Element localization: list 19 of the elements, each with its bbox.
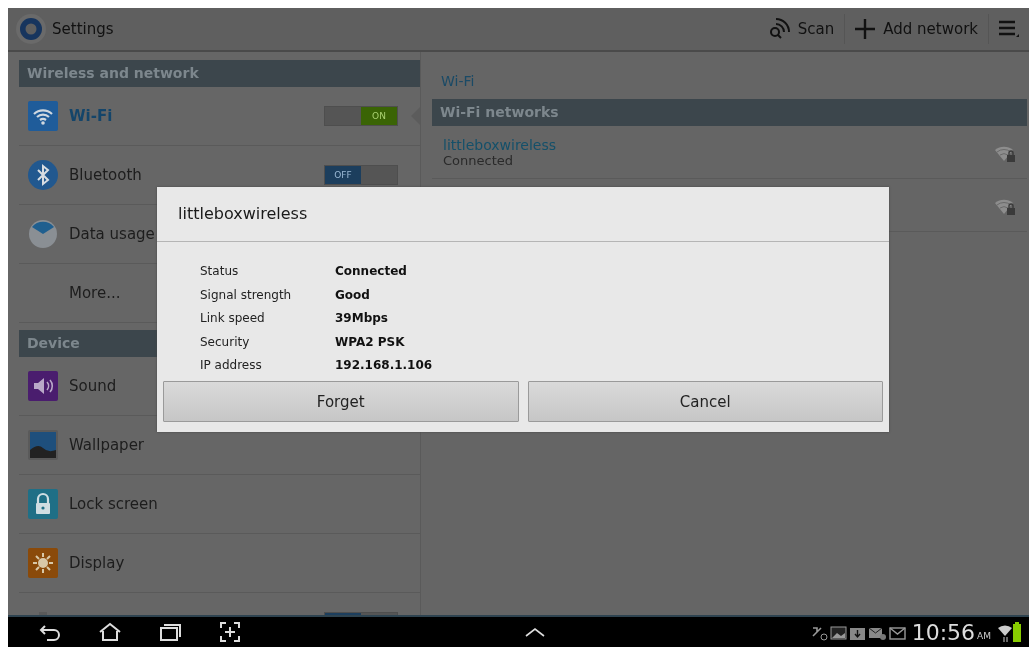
section-header: Wireless and network bbox=[19, 60, 420, 87]
field-value: 192.168.1.106 bbox=[335, 357, 434, 374]
field-label: Signal strength bbox=[200, 286, 293, 304]
clock-time: 10:56 bbox=[911, 619, 976, 645]
dialog-title: littleboxwireless bbox=[157, 187, 889, 242]
field-label: Link speed bbox=[200, 310, 266, 327]
field-value: Connected bbox=[335, 263, 408, 280]
network-name: littleboxwireless bbox=[443, 136, 558, 153]
field-label: Security bbox=[200, 333, 251, 351]
field-value: 39Mbps bbox=[335, 310, 389, 327]
list-header: Wi-Fi networks bbox=[432, 99, 1027, 126]
app-title: Settings bbox=[52, 20, 114, 38]
network-status: Connected bbox=[443, 152, 514, 168]
field-value: Good bbox=[335, 286, 371, 304]
section-title: Wi-Fi bbox=[440, 72, 476, 91]
clock-ampm: AM bbox=[977, 631, 991, 641]
field-value: WPA2 PSK bbox=[335, 333, 406, 351]
field-label: Status bbox=[200, 263, 240, 280]
field-label: IP address bbox=[200, 357, 263, 374]
